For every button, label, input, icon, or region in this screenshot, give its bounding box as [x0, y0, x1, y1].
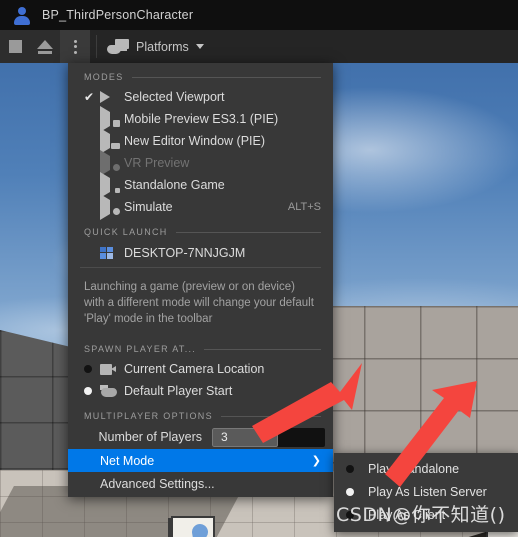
play-vr-icon	[100, 150, 124, 176]
eject-button[interactable]	[30, 30, 60, 63]
menu-item-advanced-settings[interactable]: Advanced Settings...	[68, 472, 333, 495]
menu-item-desktop-device[interactable]: DESKTOP-7NNJGJM	[68, 241, 333, 265]
section-divider	[175, 231, 321, 233]
watermark: CSDN@你不知道()	[336, 504, 506, 526]
play-icon	[100, 91, 124, 103]
menu-item-net-mode[interactable]: Net Mode ❯	[68, 449, 333, 472]
menu-item-label: Net Mode	[100, 453, 155, 468]
section-spawn-player: SPAWN PLAYER AT...	[68, 335, 333, 358]
menu-item-label: Selected Viewport	[124, 90, 225, 104]
section-divider	[204, 348, 321, 350]
platforms-button[interactable]: Platforms	[103, 38, 204, 55]
section-divider	[131, 76, 321, 78]
section-quick-launch-label: QUICK LAUNCH	[84, 227, 168, 237]
checkmark-icon: ✔	[84, 90, 95, 104]
play-standalone-icon	[100, 172, 124, 198]
radio-unselected[interactable]	[84, 365, 100, 373]
menu-item-shortcut: ALT+S	[287, 201, 321, 213]
app-window: BP_ThirdPersonCharacter Platforms MODES …	[0, 0, 518, 537]
character-blueprint-icon	[12, 5, 32, 25]
stop-square-icon	[8, 40, 22, 53]
menu-item-current-camera-location[interactable]: Current Camera Location	[68, 358, 333, 380]
section-quick-launch: QUICK LAUNCH	[68, 218, 333, 241]
menu-item-label: DESKTOP-7NNJGJM	[124, 246, 246, 260]
radio-selected[interactable]	[346, 487, 368, 496]
number-of-players-value: 3	[212, 427, 278, 447]
stop-button[interactable]	[0, 30, 30, 63]
radio-selected[interactable]	[84, 387, 100, 395]
toolbar: Platforms	[0, 30, 518, 63]
chevron-down-icon	[195, 44, 204, 49]
section-divider	[220, 415, 321, 417]
menu-item-selected-viewport[interactable]: ✔ Selected Viewport	[68, 86, 333, 108]
launch-note: Launching a game (preview or on device) …	[84, 281, 314, 325]
play-mobile-icon	[100, 106, 124, 132]
chevron-right-icon: ❯	[311, 455, 321, 467]
eject-icon	[37, 39, 53, 54]
number-of-players-label: Number of Players	[98, 430, 202, 444]
menu-item-label: Default Player Start	[124, 384, 233, 398]
play-window-icon	[100, 128, 124, 154]
submenu-item-label: Play Standalone	[368, 461, 460, 476]
play-modes-dropdown: MODES ✔ Selected Viewport Mobile Preview…	[68, 63, 333, 497]
player-start-icon	[100, 385, 124, 397]
play-simulate-icon	[100, 194, 124, 220]
menu-item-label: VR Preview	[124, 156, 190, 170]
section-multiplayer-label: MULTIPLAYER OPTIONS	[84, 411, 213, 421]
section-modes: MODES	[68, 63, 333, 86]
vertical-dots-icon	[73, 39, 77, 54]
menu-item-label: Standalone Game	[124, 178, 225, 192]
submenu-item-play-standalone[interactable]: Play Standalone	[334, 457, 518, 480]
platforms-label: Platforms	[136, 39, 189, 54]
menu-item-label: Advanced Settings...	[100, 476, 215, 491]
menu-item-label: New Editor Window (PIE)	[124, 134, 266, 148]
section-spawn-player-label: SPAWN PLAYER AT...	[84, 344, 197, 354]
camera-icon	[100, 363, 124, 375]
menu-item-new-editor-window[interactable]: New Editor Window (PIE)	[68, 128, 333, 154]
menu-item-default-player-start[interactable]: Default Player Start	[68, 380, 333, 402]
menu-item-label: Mobile Preview ES3.1 (PIE)	[124, 112, 279, 126]
menu-item-label: Simulate	[124, 200, 173, 214]
section-multiplayer: MULTIPLAYER OPTIONS	[68, 402, 333, 425]
menu-item-mobile-preview[interactable]: Mobile Preview ES3.1 (PIE)	[68, 106, 333, 132]
number-of-players-row: Number of Players 3	[68, 425, 333, 449]
submenu-item-label: Play As Listen Server	[368, 484, 487, 499]
gamepad-screen-icon	[107, 38, 129, 55]
menu-item-vr-preview[interactable]: VR Preview	[68, 150, 333, 176]
title-bar: BP_ThirdPersonCharacter	[0, 0, 518, 30]
section-modes-label: MODES	[84, 72, 124, 82]
menu-item-standalone-game[interactable]: Standalone Game	[68, 172, 333, 198]
play-controls-group	[0, 30, 90, 63]
windows-icon	[100, 246, 124, 260]
number-of-players-input[interactable]: 3	[212, 427, 325, 447]
menu-divider	[80, 267, 321, 268]
menu-item-label: Current Camera Location	[124, 362, 265, 376]
radio-unselected[interactable]	[346, 464, 368, 473]
player-start-actor[interactable]	[168, 516, 230, 537]
window-title: BP_ThirdPersonCharacter	[42, 8, 194, 22]
play-options-button[interactable]	[60, 30, 90, 63]
menu-item-simulate[interactable]: Simulate ALT+S	[68, 194, 333, 220]
toolbar-divider	[96, 35, 97, 58]
